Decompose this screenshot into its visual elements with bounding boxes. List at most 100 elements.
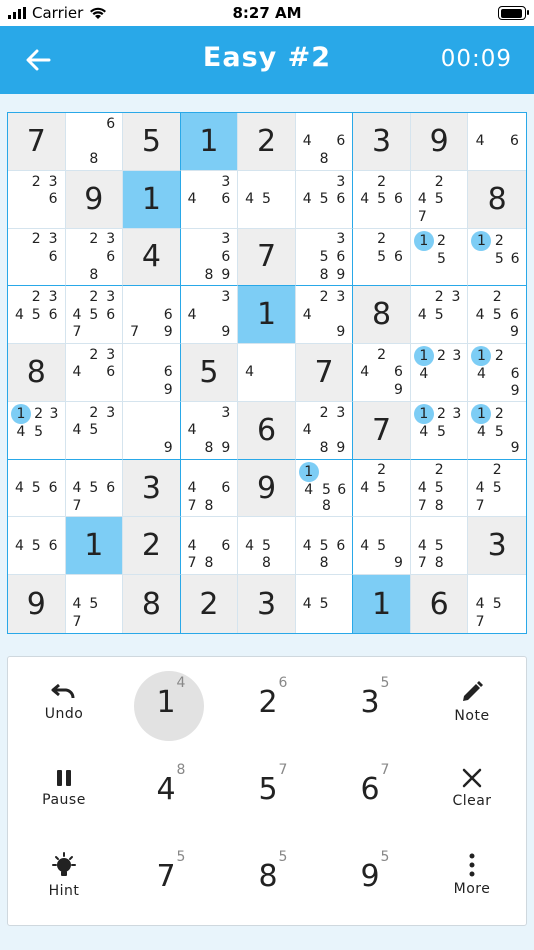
board-cell[interactable]: 4 6 78 (180, 459, 239, 518)
board-cell[interactable]: 4 68 (295, 113, 354, 171)
number-key-4[interactable]: 48 (114, 746, 218, 832)
board-cell[interactable]: 4568 (295, 517, 354, 576)
board-cell[interactable]: 1256 (468, 228, 526, 287)
board-cell[interactable]: 9 (123, 401, 181, 460)
board-cell[interactable]: 8 (353, 286, 411, 345)
board-cell[interactable]: 6 7 9 (123, 286, 181, 345)
board-cell[interactable]: 4 6 78 (180, 517, 239, 576)
cell-note (11, 462, 28, 480)
board-cell[interactable]: 7 (238, 228, 296, 287)
board-cell[interactable]: 23 489 (295, 401, 354, 460)
board-cell[interactable]: 12459 (468, 401, 526, 460)
board-cell[interactable]: 459 (353, 517, 411, 576)
board-cell[interactable]: 3 (238, 575, 296, 633)
clear-button[interactable]: Clear (420, 745, 524, 831)
number-key-3[interactable]: 35 (318, 659, 422, 745)
board-cell[interactable]: 457 (468, 575, 526, 633)
board-cell[interactable]: 5 (123, 113, 181, 171)
board-cell[interactable]: 1 (123, 170, 181, 229)
cell-note: 4 (16, 424, 26, 441)
note-button[interactable]: Note (420, 659, 524, 745)
board-cell[interactable]: 8 (123, 575, 181, 633)
board-cell[interactable]: 3 (123, 459, 181, 518)
more-button[interactable]: More (420, 832, 524, 918)
board-cell[interactable]: 4578 (410, 517, 469, 576)
undo-button[interactable]: Undo (12, 659, 116, 745)
board-cell[interactable]: 456 (8, 459, 66, 518)
board-cell[interactable]: 5 (180, 344, 239, 402)
board-cell[interactable]: 6 (238, 401, 296, 460)
board-cell[interactable]: 35689 (295, 228, 354, 287)
board-cell[interactable]: 123 45 (410, 401, 469, 460)
number-key-2[interactable]: 26 (216, 659, 320, 745)
cell-note (316, 115, 333, 133)
board-cell[interactable]: 45 (238, 170, 296, 229)
board-cell[interactable]: 2 (123, 517, 181, 576)
number-key-8[interactable]: 85 (216, 833, 320, 919)
number-key-9[interactable]: 95 (318, 833, 422, 919)
board-cell[interactable]: 123 45 (8, 401, 66, 460)
board-cell[interactable]: 124 69 (468, 344, 526, 402)
board-cell[interactable]: 9 (238, 459, 296, 518)
board-cell[interactable]: 23 456 7 (65, 286, 124, 345)
board-cell[interactable]: 4 (123, 228, 181, 287)
board-cell[interactable]: 3 (468, 517, 526, 576)
board-cell[interactable]: 236 (8, 170, 66, 229)
board-cell[interactable]: 24578 (410, 459, 469, 518)
board-cell[interactable]: 68 (65, 113, 124, 171)
board-cell[interactable]: 7 (8, 113, 66, 171)
board-cell[interactable]: 3 456 (295, 170, 354, 229)
board-cell[interactable]: 125 (410, 228, 469, 287)
board-cell[interactable]: 456 (8, 517, 66, 576)
board-cell[interactable]: 3689 (180, 228, 239, 287)
board-cell[interactable]: 3 4 9 (180, 286, 239, 345)
board-cell[interactable]: 2457 (410, 170, 469, 229)
board-cell[interactable]: 456 7 (65, 459, 124, 518)
hint-button[interactable]: Hint (12, 832, 116, 918)
board-cell[interactable]: 2 (238, 113, 296, 171)
board-cell[interactable]: 46 (468, 113, 526, 171)
board-cell[interactable]: 14568 (295, 459, 354, 518)
board-cell[interactable]: 2 (180, 575, 239, 633)
board-cell[interactable]: 8 (8, 344, 66, 402)
board-cell[interactable]: 9 (410, 113, 469, 171)
board-cell[interactable]: 4 (238, 344, 296, 402)
board-cell[interactable]: 245 (353, 459, 411, 518)
board-cell[interactable]: 2457 (468, 459, 526, 518)
cell-note (69, 115, 86, 133)
board-cell[interactable]: 256 (353, 228, 411, 287)
board-cell[interactable]: 45 (295, 575, 354, 633)
board-cell[interactable]: 458 (238, 517, 296, 576)
board-cell[interactable]: 24 69 (353, 344, 411, 402)
board-cell[interactable]: 69 (123, 344, 181, 402)
board-cell[interactable]: 24569 (468, 286, 526, 345)
board-cell[interactable]: 23 4 6 (65, 344, 124, 402)
board-cell[interactable]: 7 (353, 401, 411, 460)
board-cell[interactable]: 3 (353, 113, 411, 171)
board-cell[interactable]: 23 456 (8, 286, 66, 345)
board-cell[interactable]: 1 (238, 286, 296, 345)
board-cell[interactable]: 9 (8, 575, 66, 633)
board-cell[interactable]: 3 489 (180, 401, 239, 460)
board-cell[interactable]: 23 45 (410, 286, 469, 345)
board-cell[interactable]: 2368 (65, 228, 124, 287)
number-key-1[interactable]: 14 (114, 659, 218, 745)
board-cell[interactable]: 457 (65, 575, 124, 633)
board-cell[interactable]: 6 (410, 575, 469, 633)
board-cell[interactable]: 1 (353, 575, 411, 633)
board-cell[interactable]: 9 (65, 170, 124, 229)
board-cell[interactable]: 2456 (353, 170, 411, 229)
board-cell[interactable]: 236 (8, 228, 66, 287)
number-key-5[interactable]: 57 (216, 746, 320, 832)
pause-button[interactable]: Pause (12, 745, 116, 831)
board-cell[interactable]: 8 (468, 170, 526, 229)
board-cell[interactable]: 23 4 9 (295, 286, 354, 345)
number-key-7[interactable]: 75 (114, 833, 218, 919)
board-cell[interactable]: 1 (180, 113, 239, 171)
board-cell[interactable]: 123 4 (410, 344, 469, 402)
board-cell[interactable]: 1 (65, 517, 124, 576)
board-cell[interactable]: 7 (295, 344, 354, 402)
board-cell[interactable]: 3 4 6 (180, 170, 239, 229)
number-key-6[interactable]: 67 (318, 746, 422, 832)
board-cell[interactable]: 23 45 (65, 401, 124, 460)
